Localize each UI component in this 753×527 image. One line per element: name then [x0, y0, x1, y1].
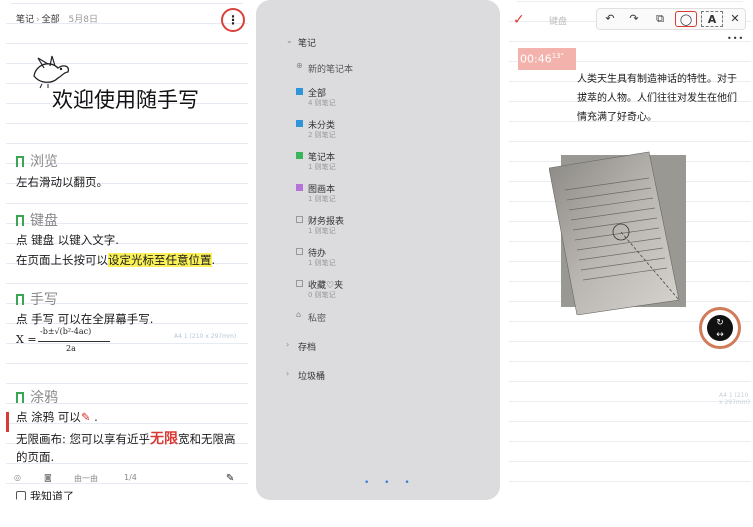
- page-size-hint: A4 1 (210 x 297mm): [174, 333, 237, 340]
- pen-icon[interactable]: ✎: [226, 473, 234, 484]
- pen-doodle-icon: ✎: [80, 410, 91, 424]
- toggle-icon[interactable]: ◎: [14, 473, 21, 482]
- browse-text: 左右滑动以翻页。: [16, 175, 108, 189]
- highlighted-text: 设定光标至任意位置: [108, 253, 212, 267]
- section-doodle-title: 涂鸦: [16, 387, 58, 407]
- formula-numerator: -b±√(b²-4ac): [40, 327, 92, 336]
- section-keyboard-title: 键盘: [16, 210, 58, 230]
- note-text-line-3: 情充满了好奇心。: [577, 112, 657, 123]
- red-emphasis: 无限: [150, 431, 179, 447]
- notebook-color-icon: [296, 88, 303, 95]
- edit-toolbar: ↶ ↷ ⧉ ◯ A ✕: [596, 8, 746, 30]
- formula-variable: X =: [16, 333, 37, 346]
- close-icon[interactable]: ✕: [724, 9, 746, 29]
- breadcrumb: 笔记 › 全部 5月8日: [16, 12, 98, 25]
- handwrite-text: 点 手写 可以在全屏幕手写.: [16, 312, 154, 326]
- formula-bar: [38, 341, 110, 342]
- bottom-toolbar: ◎ ◙ 由一由 1/4 ✎: [6, 473, 248, 487]
- keyboard-text-1: 点 键盘 以键入文字.: [16, 233, 119, 247]
- note-text-line-1: 人类天生具有制造神话的特性。对于: [577, 74, 737, 85]
- page-count: 1/4: [124, 473, 137, 482]
- lasso-icon[interactable]: ◯: [675, 11, 697, 27]
- got-it-checkbox[interactable]: 我知道了: [16, 488, 74, 500]
- check-icon[interactable]: ✓: [513, 12, 525, 28]
- lock-icon: ⌂: [296, 310, 302, 319]
- keyboard-text-2: 在页面上长按可以设定光标至任意位置.: [16, 253, 216, 267]
- audio-recording-badge[interactable]: 00:4613": [518, 48, 576, 70]
- note-date: 5月8日: [68, 15, 98, 25]
- rotate-handle[interactable]: ↻ ↔: [699, 307, 741, 349]
- bookmark-icon: [16, 294, 24, 305]
- copy-icon[interactable]: ⧉: [649, 9, 671, 29]
- chevron-down-icon: ⌄: [286, 36, 293, 45]
- doodle-text-2: 无限画布: 您可以享有近乎无限宽和无限高: [16, 431, 236, 447]
- margin-marker: [6, 412, 9, 432]
- note-text-line-2: 拔萃的人物。人们往往对发生在他们: [577, 93, 737, 104]
- doodle-text-1: 点 涂鸦 可以✎ .: [16, 410, 98, 424]
- chevron-right-icon: ›: [286, 369, 290, 378]
- bookmark-icon: [16, 215, 24, 226]
- book-photo-image[interactable]: [549, 150, 689, 315]
- keyboard-tab[interactable]: 键盘: [549, 14, 567, 27]
- chevron-right-icon: ›: [286, 340, 290, 349]
- notebook-color-icon: [296, 184, 303, 191]
- more-icon: ⋮: [227, 13, 239, 27]
- notebook-template-icon: [296, 280, 303, 287]
- rotate-icon[interactable]: ↻ ↔: [707, 315, 733, 341]
- camera-icon[interactable]: ◙: [44, 473, 52, 482]
- more-options-button[interactable]: ⋮: [221, 8, 245, 32]
- welcome-title: 欢迎使用随手写: [52, 88, 199, 112]
- undo-icon[interactable]: ↶: [599, 9, 621, 29]
- breadcrumb-separator: ›: [36, 15, 40, 25]
- swap-icon: ↔: [716, 330, 724, 340]
- bookmark-icon: [16, 392, 24, 403]
- page-label: 由一由: [74, 474, 98, 483]
- welcome-note-panel: 笔记 › 全部 5月8日 ⋮ 欢迎使用随手写 浏览 左右滑动以翻页。 键盘 点 键盘…: [6, 0, 248, 500]
- formula-denominator: 2a: [66, 344, 76, 353]
- section-browse-title: 浏览: [16, 151, 58, 171]
- section-handwrite-title: 手写: [16, 289, 58, 309]
- notebook-sidebar-panel: ⌄ 笔记 ⊕ 新的笔记本 全部 4 则笔记 未分类 2 则笔记 笔记本 1 则笔…: [256, 0, 500, 500]
- redo-icon[interactable]: ↷: [623, 9, 645, 29]
- notebook-color-icon: [296, 152, 303, 159]
- notebook-template-icon: [296, 248, 303, 255]
- notebook-color-icon: [296, 120, 303, 127]
- page-size-hint: A4 1 (210 x 297mm): [719, 392, 750, 406]
- handwritten-formula: X = -b±√(b²-4ac) 2a: [16, 327, 110, 353]
- text-tool-icon[interactable]: A: [701, 11, 723, 27]
- breadcrumb-notes[interactable]: 笔记: [16, 15, 34, 25]
- more-menu-icon[interactable]: •••: [727, 34, 744, 43]
- doodle-text-3: 的页面.: [16, 450, 55, 464]
- notebook-template-icon: [296, 216, 303, 223]
- bookmark-icon: [16, 156, 24, 167]
- note-editor-panel: ✓ 键盘 ↶ ↷ ⧉ ◯ A ✕ ••• 00:4613" 人类天生具有制造神话…: [509, 0, 751, 500]
- add-icon: ⊕: [296, 61, 303, 70]
- checkbox-icon[interactable]: [16, 491, 26, 500]
- breadcrumb-all[interactable]: 全部: [42, 15, 60, 25]
- page-indicator: • • •: [364, 478, 416, 488]
